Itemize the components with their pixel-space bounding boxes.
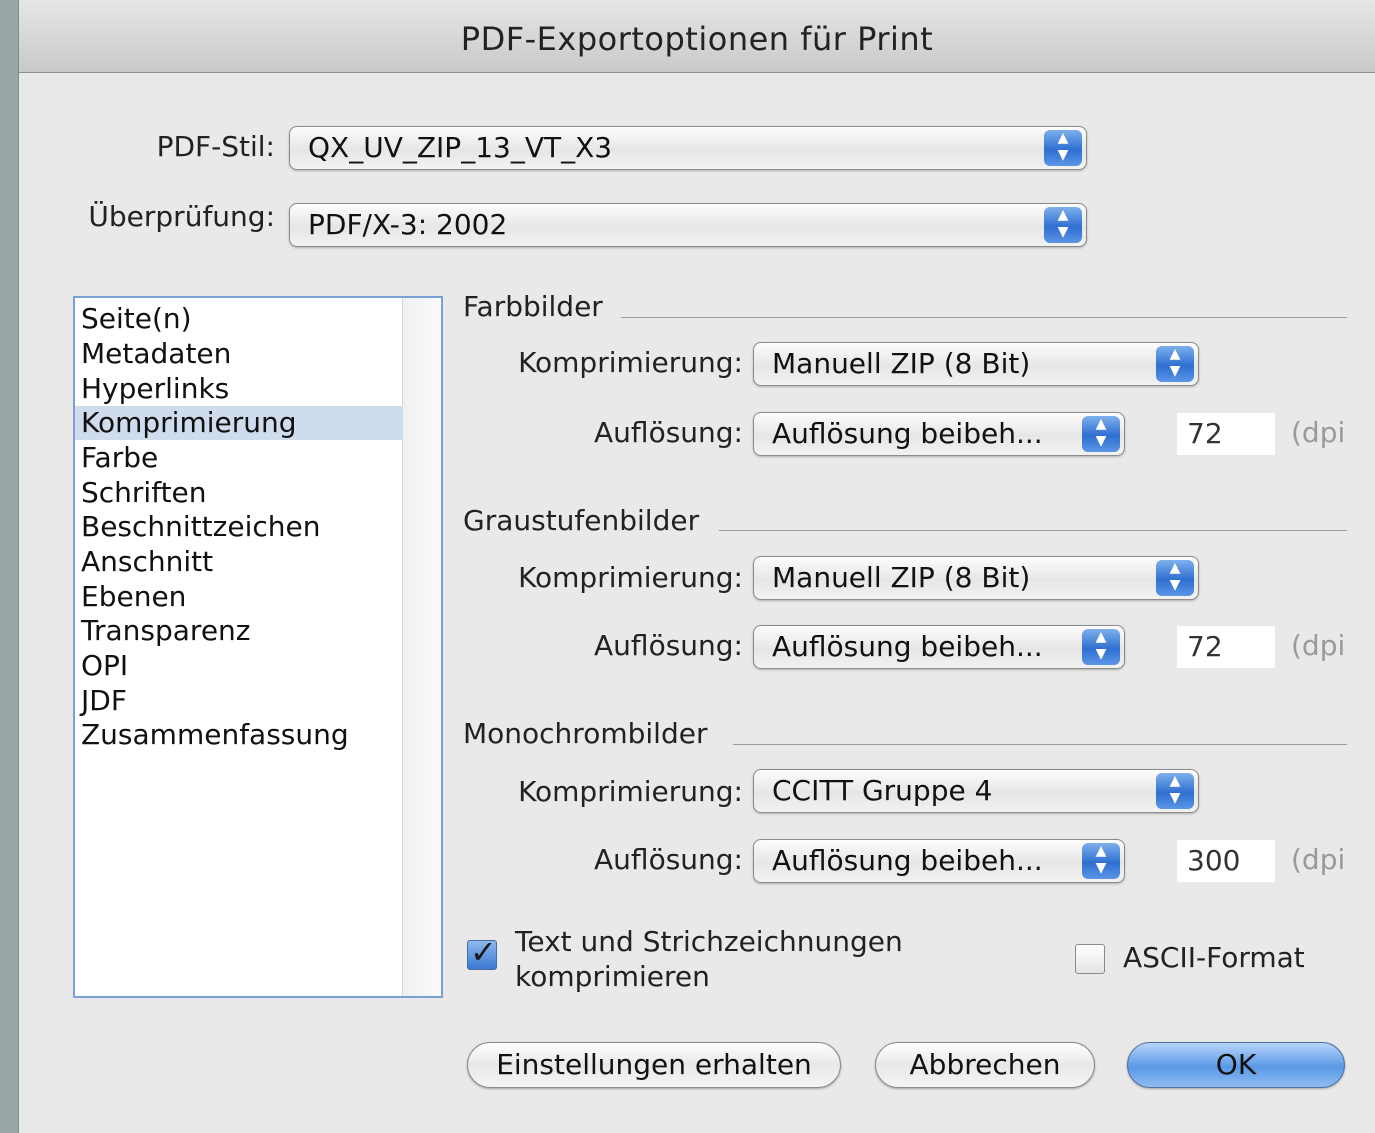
gray-dpi-unit: (dpi [1291, 629, 1346, 662]
color-dpi-unit: (dpi [1291, 416, 1346, 449]
popup-arrows-icon: ▲ ▼ [1082, 416, 1120, 452]
gray-compression-label: Komprimierung: [518, 561, 743, 594]
pdf-style-label: PDF-Stil: [156, 130, 275, 163]
color-compression-label: Komprimierung: [518, 346, 743, 379]
mono-compression-popup[interactable]: CCITT Gruppe 4 ▲ ▼ [753, 769, 1199, 813]
ascii-format-checkbox[interactable] [1075, 944, 1105, 974]
color-images-heading: Farbbilder [463, 290, 603, 323]
color-compression-popup[interactable]: Manuell ZIP (8 Bit) ▲ ▼ [753, 342, 1199, 386]
gray-resolution-popup[interactable]: Auflösung beibeh... ▲ ▼ [753, 625, 1125, 669]
popup-arrows-icon: ▲ ▼ [1156, 773, 1194, 809]
sidebar-item-hyperlinks[interactable]: Hyperlinks [75, 372, 403, 406]
color-resolution-value: Auflösung beibeh... [772, 417, 1043, 450]
color-dpi-field[interactable]: 72 [1177, 413, 1275, 455]
sidebar-item-pages[interactable]: Seite(n) [75, 302, 403, 336]
color-resolution-label: Auflösung: [594, 416, 743, 449]
gray-resolution-value: Auflösung beibeh... [772, 630, 1043, 663]
sidebar-item-printer-marks[interactable]: Beschnittzeichen [75, 510, 403, 544]
sidebar-item-fonts[interactable]: Schriften [75, 476, 403, 510]
mono-images-heading: Monochrombilder [463, 717, 708, 750]
compress-text-label-line1: Text und Strichzeichnungen [515, 925, 903, 958]
cancel-button[interactable]: Abbrechen [875, 1042, 1095, 1088]
sidebar-item-color[interactable]: Farbe [75, 441, 403, 475]
checkmark-icon: ✓ [470, 933, 497, 971]
sidebar-item-layers[interactable]: Ebenen [75, 580, 403, 614]
pdf-style-popup[interactable]: QX_UV_ZIP_13_VT_X3 ▲ ▼ [289, 126, 1087, 170]
section-divider [733, 744, 1347, 745]
sidebar-item-transparency[interactable]: Transparenz [75, 614, 403, 648]
section-divider [621, 317, 1347, 318]
popup-arrows-icon: ▲ ▼ [1044, 130, 1082, 166]
color-compression-value: Manuell ZIP (8 Bit) [772, 347, 1031, 380]
mono-dpi-unit: (dpi [1291, 843, 1346, 876]
mono-compression-label: Komprimierung: [518, 775, 743, 808]
gray-images-heading: Graustufenbilder [463, 504, 700, 537]
sidebar-item-metadata[interactable]: Metadaten [75, 337, 403, 371]
popup-arrows-icon: ▲ ▼ [1156, 346, 1194, 382]
sidebar-item-opi[interactable]: OPI [75, 649, 403, 683]
sidebar-item-compression[interactable]: Komprimierung [75, 406, 403, 440]
pdf-style-value: QX_UV_ZIP_13_VT_X3 [308, 131, 613, 164]
section-divider [719, 530, 1347, 531]
mono-compression-value: CCITT Gruppe 4 [772, 774, 993, 807]
sidebar-item-summary[interactable]: Zusammenfassung [75, 718, 403, 752]
gray-dpi-field[interactable]: 72 [1177, 626, 1275, 668]
popup-arrows-icon: ▲ ▼ [1156, 560, 1194, 596]
gray-compression-popup[interactable]: Manuell ZIP (8 Bit) ▲ ▼ [753, 556, 1199, 600]
compress-text-label-line2: komprimieren [515, 960, 710, 993]
mono-resolution-popup[interactable]: Auflösung beibeh... ▲ ▼ [753, 839, 1125, 883]
pdf-export-dialog: PDF-Exportoptionen für Print PDF-Stil: Q… [18, 0, 1375, 1133]
gray-resolution-label: Auflösung: [594, 629, 743, 662]
gray-compression-value: Manuell ZIP (8 Bit) [772, 561, 1031, 594]
dialog-title: PDF-Exportoptionen für Print [19, 0, 1375, 73]
verification-label: Überprüfung: [88, 200, 275, 233]
popup-arrows-icon: ▲ ▼ [1082, 843, 1120, 879]
ascii-format-label: ASCII-Format [1123, 941, 1305, 974]
popup-arrows-icon: ▲ ▼ [1044, 207, 1082, 243]
mono-resolution-value: Auflösung beibeh... [772, 844, 1043, 877]
popup-arrows-icon: ▲ ▼ [1082, 629, 1120, 665]
category-list[interactable]: Seite(n) Metadaten Hyperlinks Komprimier… [73, 296, 443, 998]
list-scrollbar[interactable] [402, 298, 441, 996]
verification-value: PDF/X-3: 2002 [308, 208, 508, 241]
compress-text-checkbox[interactable]: ✓ [467, 933, 497, 971]
color-resolution-popup[interactable]: Auflösung beibeh... ▲ ▼ [753, 412, 1125, 456]
mono-resolution-label: Auflösung: [594, 843, 743, 876]
verification-popup[interactable]: PDF/X-3: 2002 ▲ ▼ [289, 203, 1087, 247]
sidebar-item-jdf[interactable]: JDF [75, 684, 403, 718]
ok-button[interactable]: OK [1127, 1042, 1345, 1088]
mono-dpi-field[interactable]: 300 [1177, 840, 1275, 882]
sidebar-item-bleed[interactable]: Anschnitt [75, 545, 403, 579]
keep-settings-button[interactable]: Einstellungen erhalten [467, 1042, 841, 1088]
